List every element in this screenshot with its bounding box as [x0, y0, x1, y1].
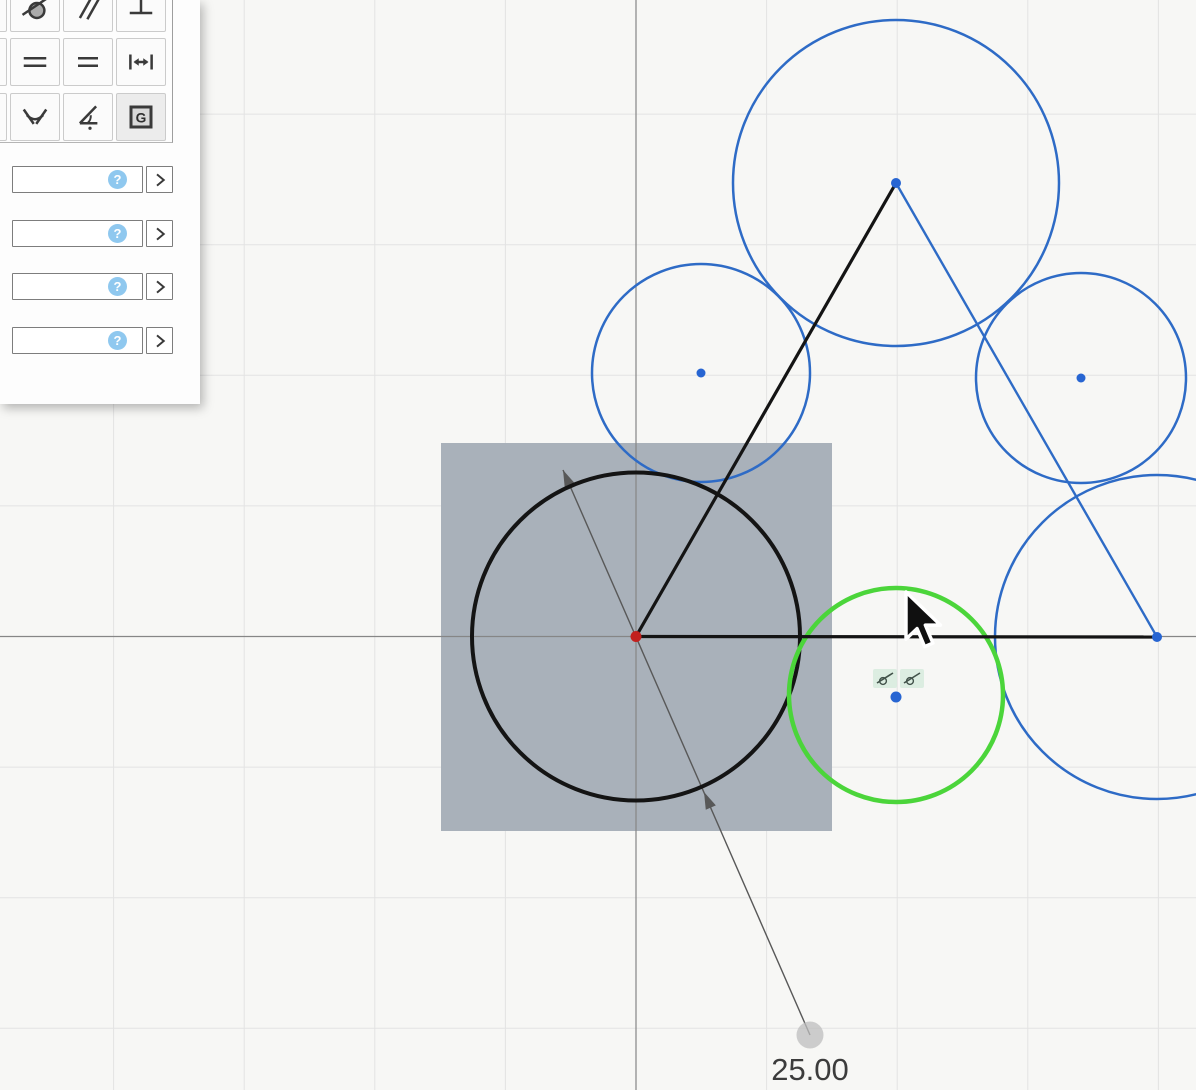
origin-point[interactable] [631, 631, 642, 642]
constraint-angle-button[interactable] [63, 93, 113, 141]
expand-button[interactable] [146, 273, 173, 300]
dimension-handle[interactable] [797, 1022, 824, 1049]
svg-text:G: G [136, 111, 147, 126]
chevron-right-icon [151, 171, 169, 189]
help-icon[interactable]: ? [108, 277, 127, 296]
chevron-right-icon [151, 278, 169, 296]
mouse-cursor [906, 592, 941, 647]
constraint-collinear-button[interactable] [10, 38, 60, 86]
constraint-curvature-button[interactable]: G [116, 93, 166, 141]
chevron-right-icon [151, 225, 169, 243]
dimension-value[interactable]: 25.00 [771, 1052, 849, 1087]
tangent-constraint-badge[interactable] [873, 669, 924, 688]
sketch-line-black[interactable] [636, 637, 1157, 638]
collinear-icon [20, 47, 50, 77]
circle-center-point[interactable] [1077, 374, 1086, 383]
constraint-partial-button[interactable] [0, 38, 7, 86]
cursor-arrow-icon [906, 592, 941, 647]
expand-button[interactable] [146, 327, 173, 354]
midpoint-icon [20, 102, 50, 132]
equal-icon [73, 47, 103, 77]
circle-center-point[interactable] [697, 369, 706, 378]
chevron-right-icon [151, 332, 169, 350]
circle-center-point[interactable] [891, 692, 902, 703]
help-icon[interactable]: ? [108, 224, 127, 243]
constraint-perpendicular-button[interactable] [116, 0, 166, 32]
parameter-row: ? [0, 166, 200, 193]
parallel-icon [73, 0, 103, 23]
constraint-midpoint-button[interactable] [10, 93, 60, 141]
perpendicular-icon [126, 0, 156, 23]
expand-button[interactable] [146, 166, 173, 193]
constraint-tangent-button[interactable] [10, 0, 60, 32]
constraint-symmetry-button[interactable] [116, 38, 166, 86]
sketch-palette: G ???? [0, 0, 200, 404]
circle-center-point[interactable] [891, 178, 901, 188]
expand-button[interactable] [146, 220, 173, 247]
circle-center-point[interactable] [1152, 632, 1162, 642]
angle-icon [73, 102, 103, 132]
sketch-line-blue[interactable] [896, 183, 1157, 637]
tangent-icon [20, 0, 50, 23]
constraint-partial-button[interactable] [0, 0, 7, 32]
curvature-icon: G [126, 102, 156, 132]
parameter-row: ? [0, 273, 200, 300]
constraint-partial-button[interactable] [0, 93, 7, 141]
constraint-parallel-button[interactable] [63, 0, 113, 32]
help-icon[interactable]: ? [108, 170, 127, 189]
constraint-toolbar: G [0, 0, 173, 143]
help-icon[interactable]: ? [108, 331, 127, 350]
parameter-row: ? [0, 220, 200, 247]
parameter-row: ? [0, 327, 200, 354]
symmetry-icon [126, 47, 156, 77]
constraint-equal-button[interactable] [63, 38, 113, 86]
